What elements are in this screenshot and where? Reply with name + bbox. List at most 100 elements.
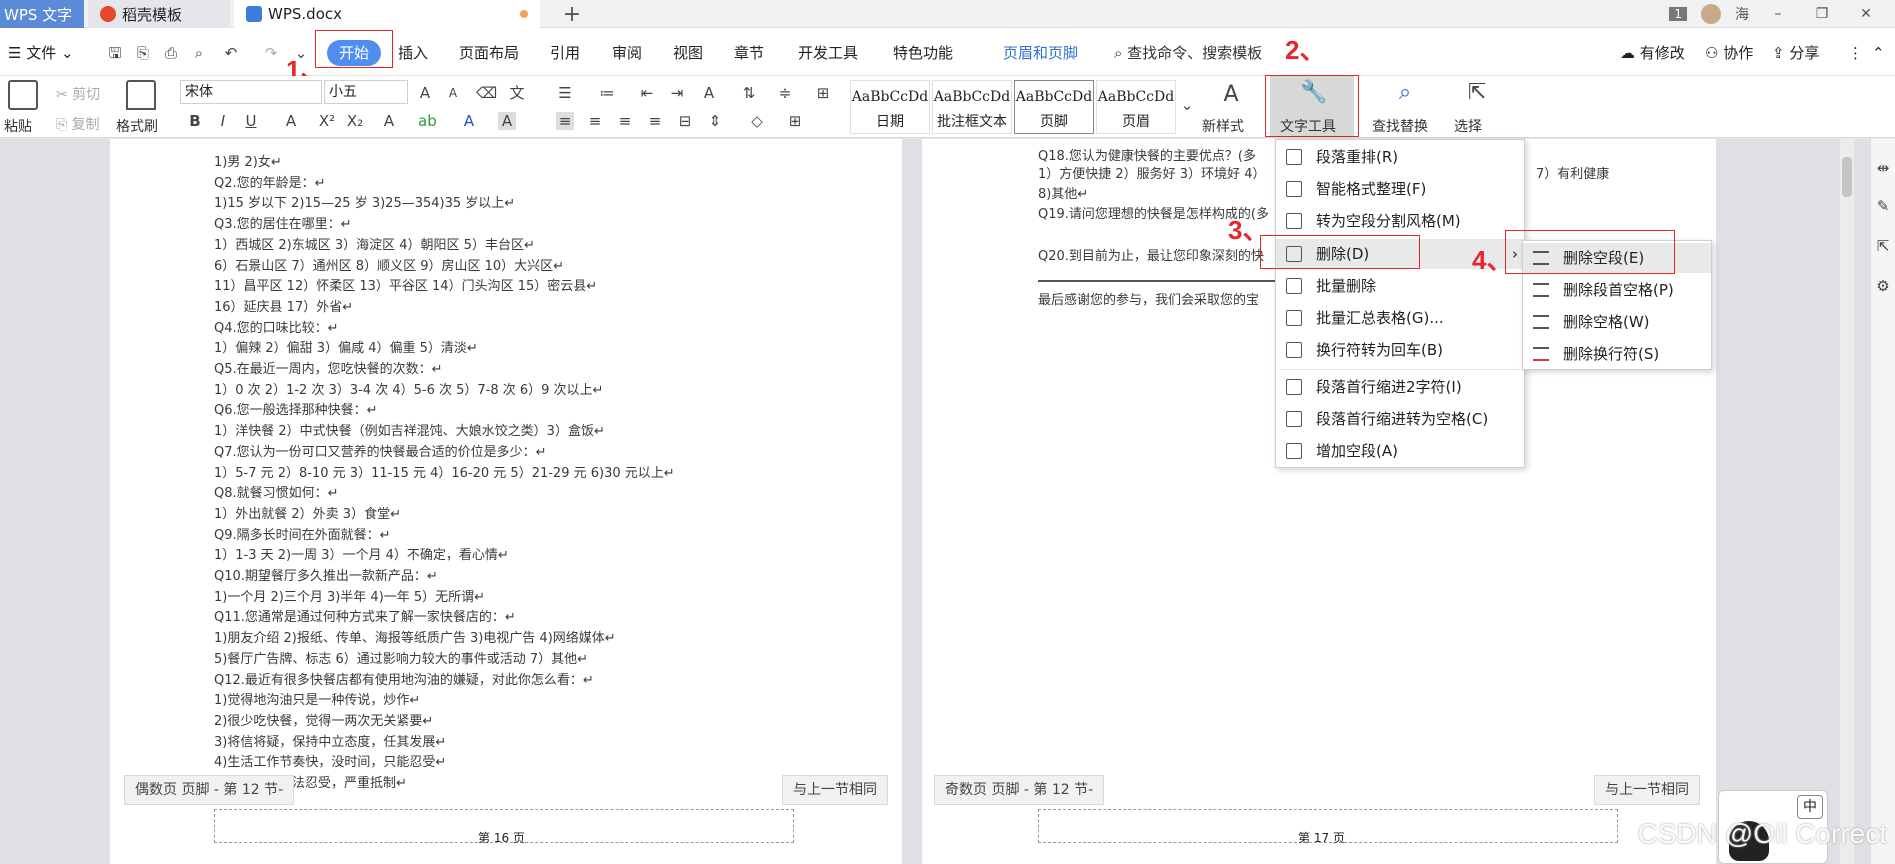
menu-view[interactable]: 视图 [673, 40, 703, 66]
settings-sliders-icon[interactable]: ⚙ [1874, 277, 1892, 295]
style-comment-text[interactable]: AaBbCcDd 批注框文本 [932, 80, 1012, 134]
bold-icon[interactable]: B [186, 112, 204, 130]
sort-icon[interactable]: ⇅ [740, 84, 758, 102]
close-icon[interactable]: ✕ [1851, 6, 1881, 22]
menu-item-delete-leading-spaces[interactable]: 删除段首空格(P) [1523, 275, 1711, 305]
highlight-icon[interactable]: ab [418, 112, 437, 130]
copy-button[interactable]: ⎘ 复制 [56, 114, 100, 134]
grow-font-icon[interactable]: A [416, 84, 434, 102]
align-left-icon[interactable]: ≡ [556, 112, 574, 130]
undo-icon[interactable]: ↶ [222, 44, 240, 62]
menu-item-indent-to-spaces[interactable]: 段落首行缩进转为空格(C) [1276, 404, 1524, 434]
minimize-icon[interactable]: – [1763, 6, 1793, 22]
justify-icon[interactable]: ≡ [646, 112, 664, 130]
menu-item-add-empty-paragraph[interactable]: 增加空段(A) [1276, 436, 1524, 466]
ime-mode-indicator[interactable]: 中 [1797, 795, 1823, 819]
menu-insert[interactable]: 插入 [398, 40, 428, 66]
menu-developer[interactable]: 开发工具 [798, 40, 858, 66]
tab-document[interactable]: WPS.docx [234, 0, 540, 28]
clear-format-icon[interactable]: ⌫ [476, 84, 497, 102]
increase-indent-icon[interactable]: ⇥ [668, 84, 686, 102]
numbered-list-icon[interactable]: ≔ [598, 84, 616, 102]
vertical-scrollbar[interactable] [1840, 139, 1854, 864]
restore-icon[interactable]: ❐ [1807, 6, 1837, 22]
table-tools-icon[interactable]: ⊞ [814, 84, 832, 102]
strikethrough-icon[interactable]: A [282, 112, 300, 130]
new-style-button[interactable]: 新样式 [1202, 116, 1244, 136]
decrease-indent-icon[interactable]: ⇤ [638, 84, 656, 102]
menu-item-batch-table-summary[interactable]: 批量汇总表格(G)... [1276, 303, 1524, 333]
menu-item-delete-linebreaks[interactable]: 删除换行符(S) [1523, 339, 1711, 369]
bullet-list-icon[interactable]: ☰ [556, 84, 574, 102]
phonetic-guide-icon[interactable]: 文 [508, 84, 526, 102]
menu-review[interactable]: 审阅 [612, 40, 642, 66]
collapse-ribbon-icon[interactable]: ⌃ [1872, 40, 1885, 66]
menu-item-delete-spaces[interactable]: 删除空格(W) [1523, 307, 1711, 337]
paste-button[interactable]: 粘贴 [4, 116, 32, 136]
print-icon[interactable]: ⎙ [162, 44, 180, 62]
new-tab-button[interactable]: + [556, 0, 588, 28]
avatar[interactable] [1701, 4, 1721, 24]
menu-page-layout[interactable]: 页面布局 [459, 40, 519, 66]
print-preview-icon[interactable]: ⌕ [190, 44, 208, 62]
command-search[interactable]: ⌕ 查找命令、搜索模板 [1114, 40, 1262, 66]
more-options-icon[interactable]: ⋮ [1848, 40, 1863, 66]
paragraph-spacing-icon[interactable]: ⇕ [706, 112, 724, 130]
revision-status[interactable]: ☁ 有修改 [1620, 40, 1685, 66]
menu-header-footer[interactable]: 页眉和页脚 [1003, 40, 1078, 66]
collaborate-button[interactable]: ⚇ 协作 [1705, 40, 1753, 66]
page-16[interactable]: 1)男 2)女↵ Q2.您的年龄是：↵ 1)15 岁以下 2)15—25 岁 3)2… [110, 139, 902, 864]
style-footer[interactable]: AaBbCcDd 页脚 [1014, 80, 1094, 134]
align-center-icon[interactable]: ≡ [586, 112, 604, 130]
panel-collapse-icon[interactable]: ⇹ [1874, 159, 1892, 177]
italic-icon[interactable]: I [214, 112, 232, 130]
scrollbar-thumb[interactable] [1842, 157, 1852, 197]
menu-references[interactable]: 引用 [550, 40, 580, 66]
char-shading-icon[interactable]: A [498, 112, 516, 130]
underline-icon[interactable]: U [242, 112, 260, 130]
new-style-icon[interactable]: A [1216, 84, 1246, 112]
export-icon[interactable]: ⎘ [134, 44, 152, 62]
shading-icon[interactable]: ◇ [748, 112, 766, 130]
format-painter-icon[interactable] [126, 80, 156, 110]
tab-docer-templates[interactable]: 稻壳模板 [88, 0, 230, 28]
font-family-select[interactable]: 宋体 [180, 80, 322, 104]
font-color-icon[interactable]: A [460, 112, 478, 130]
align-right-icon[interactable]: ≡ [616, 112, 634, 130]
share-button[interactable]: ⇪ 分享 [1772, 40, 1819, 66]
window-count-badge[interactable]: 1 [1669, 7, 1687, 21]
style-header[interactable]: AaBbCcDd 页眉 [1096, 80, 1176, 134]
styles-scroll-icon[interactable]: ⌄ [1178, 96, 1196, 114]
save-icon[interactable]: 🖫 [106, 44, 124, 62]
distribute-icon[interactable]: ⊟ [676, 112, 694, 130]
char-scaling-icon[interactable]: A [700, 84, 718, 102]
shrink-font-icon[interactable]: A [444, 84, 462, 102]
paste-icon[interactable] [8, 80, 38, 110]
menu-special-features[interactable]: 特色功能 [893, 40, 953, 66]
select-cursor-icon[interactable]: ⇱ [1464, 82, 1490, 110]
menu-item-linebreak-to-enter[interactable]: 换行符转为回车(B) [1276, 335, 1524, 365]
menu-section[interactable]: 章节 [734, 40, 764, 66]
subscript-icon[interactable]: X₂ [346, 112, 364, 130]
text-effect-icon[interactable]: A [380, 112, 398, 130]
select-button[interactable]: 选择 [1454, 116, 1482, 136]
redo-icon[interactable]: ↷ [262, 44, 280, 62]
menu-item-reflow-paragraphs[interactable]: 段落重排(R) [1276, 142, 1524, 172]
same-as-previous-button[interactable]: 与上一节相同 [1594, 775, 1700, 805]
superscript-icon[interactable]: X² [318, 112, 336, 130]
format-painter-button[interactable]: 格式刷 [116, 116, 158, 136]
same-as-previous-button[interactable]: 与上一节相同 [782, 775, 888, 805]
user-name[interactable]: 海 [1735, 4, 1749, 24]
tab-wps-writer[interactable]: WPS 文字 [0, 0, 84, 28]
cut-button[interactable]: ✂ 剪切 [56, 84, 100, 104]
find-replace-icon[interactable]: ⌕ [1392, 82, 1418, 110]
style-date[interactable]: AaBbCcDd 日期 [850, 80, 930, 134]
find-replace-button[interactable]: 查找替换 [1372, 116, 1428, 136]
cursor-icon[interactable]: ⇱ [1874, 237, 1892, 255]
borders-icon[interactable]: ⊞ [786, 112, 804, 130]
menu-item-smart-format[interactable]: 智能格式整理(F) [1276, 174, 1524, 204]
font-size-select[interactable]: 小五 [324, 80, 408, 104]
line-spacing-icon[interactable]: ≑ [776, 84, 794, 102]
menu-item-indent-2-chars[interactable]: 段落首行缩进2字符(I) [1276, 372, 1524, 402]
pen-icon[interactable]: ✎ [1874, 197, 1892, 215]
